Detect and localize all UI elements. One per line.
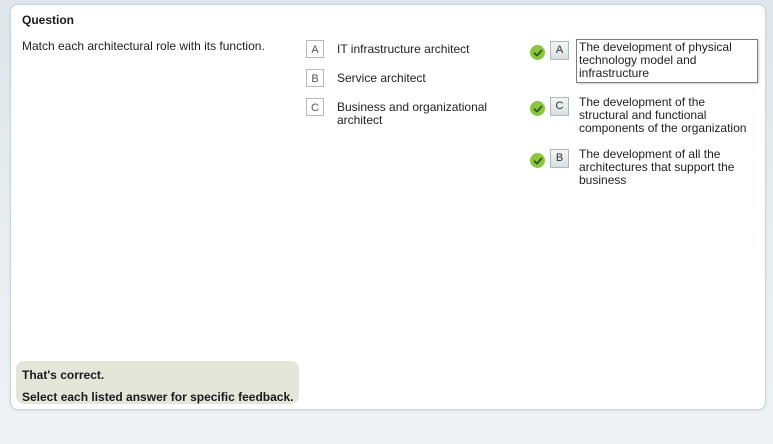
- feedback-result: That's correct.: [22, 368, 105, 382]
- feedback-box: That's correct. Select each listed answe…: [16, 361, 299, 404]
- source-letter-b: B: [306, 69, 324, 87]
- answer-select-3[interactable]: B: [550, 149, 569, 168]
- source-label-a: IT infrastructure architect: [337, 42, 470, 56]
- source-label-c: Business and organizational architect: [337, 100, 488, 127]
- question-panel: Question Match each architectural role w…: [10, 4, 766, 410]
- source-letter-a: A: [306, 40, 324, 58]
- check-icon: [530, 45, 545, 60]
- target-text-2[interactable]: The development of the structural and fu…: [577, 95, 757, 137]
- question-prompt: Match each architectural role with its f…: [22, 39, 265, 53]
- feedback-hint: Select each listed answer for specific f…: [22, 390, 294, 404]
- target-text-3[interactable]: The development of all the architectures…: [577, 147, 757, 189]
- source-letter-c: C: [306, 98, 324, 116]
- check-icon: [530, 153, 545, 168]
- check-icon: [530, 101, 545, 116]
- answer-select-1[interactable]: A: [550, 41, 569, 60]
- answer-select-2[interactable]: C: [550, 97, 569, 116]
- source-label-b: Service architect: [337, 71, 426, 85]
- question-title: Question: [22, 13, 75, 27]
- target-text-1[interactable]: The development of physical technology m…: [576, 39, 758, 83]
